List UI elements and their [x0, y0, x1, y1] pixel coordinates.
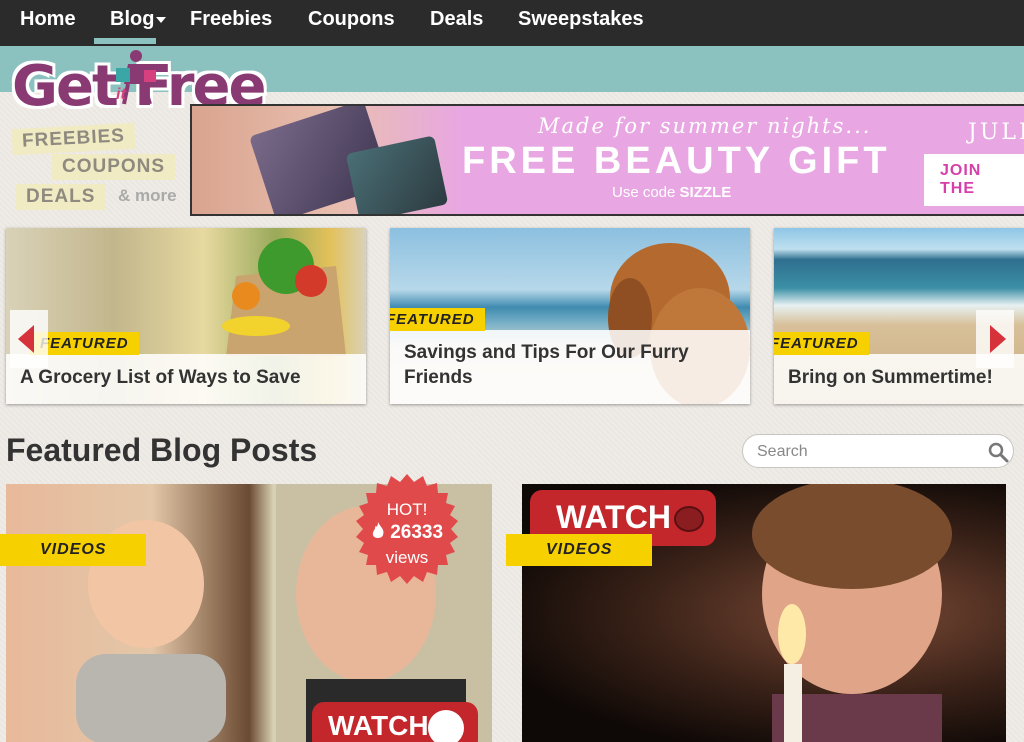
carousel-card[interactable]: Savings and Tips For Our Furry Friends F…	[390, 228, 750, 404]
ad-code: SIZZLE	[679, 184, 732, 201]
hot-label: HOT!	[386, 500, 428, 519]
child-candle-image	[752, 484, 952, 742]
videos-tag: VIDEOS	[506, 534, 653, 566]
nav-deals[interactable]: Deals	[430, 0, 483, 40]
chevron-right-icon	[990, 325, 1006, 353]
tag-more[interactable]: & more	[118, 186, 177, 206]
search-input[interactable]	[755, 441, 979, 463]
card-title: Savings and Tips For Our Furry Friends	[404, 342, 689, 388]
nav-sweepstakes[interactable]: Sweepstakes	[518, 0, 644, 40]
videos-tag: VIDEOS	[0, 534, 147, 566]
eye-icon	[428, 710, 464, 742]
watch-button[interactable]: WATCH	[312, 702, 478, 742]
tag-coupons[interactable]: COUPONS	[52, 154, 176, 180]
nav-freebies[interactable]: Freebies	[190, 0, 272, 40]
nav-home[interactable]: Home	[20, 0, 76, 40]
carousel-prev-button[interactable]	[10, 310, 48, 368]
featured-tag: FEATURED	[774, 332, 869, 355]
nav-blog[interactable]: Blog	[110, 0, 167, 40]
top-nav: Home Blog Freebies Coupons Deals Sweepst…	[0, 0, 1024, 46]
ad-headline: FREE BEAUTY GIFT	[462, 140, 891, 182]
section-title: Featured Blog Posts	[6, 432, 318, 468]
tag-deals[interactable]: DEALS	[16, 184, 106, 210]
featured-tag: FEATURED	[390, 308, 485, 331]
hot-unit: views	[385, 548, 429, 567]
ad-tagline: Made for summer nights...	[538, 114, 872, 138]
caret-down-icon	[156, 16, 167, 23]
tag-freebies[interactable]: FREEBIES	[11, 122, 136, 156]
nav-coupons[interactable]: Coupons	[308, 0, 395, 40]
card-title: Bring on Summertime!	[788, 367, 993, 388]
banner-ad[interactable]: Made for summer nights... FREE BEAUTY GI…	[190, 104, 1024, 216]
card-title: A Grocery List of Ways to Save	[20, 367, 301, 388]
logo-it: it	[116, 86, 126, 103]
search-box	[742, 434, 1014, 468]
hot-count: 26333	[390, 522, 444, 543]
carousel-next-button[interactable]	[976, 310, 1014, 368]
ad-join-button[interactable]: JOIN THE	[924, 154, 1024, 206]
watch-label: WATCH	[556, 499, 671, 535]
search-icon[interactable]	[987, 441, 1009, 463]
carousel-card[interactable]: A Grocery List of Ways to Save FEATURED	[6, 228, 366, 404]
category-tags: FREEBIES COUPONS DEALS & more	[0, 118, 190, 218]
eye-icon	[674, 506, 704, 532]
featured-carousel: A Grocery List of Ways to Save FEATURED …	[0, 226, 1024, 408]
ad-code-prefix: Use code	[612, 184, 676, 201]
watch-label: WATCH	[328, 710, 429, 741]
ad-brand: JULEP	[968, 120, 1024, 145]
nav-blog-label: Blog	[110, 8, 155, 30]
ad-code-text: Use code SIZZLE	[612, 184, 731, 201]
blog-post[interactable]: WATCH	[522, 484, 1006, 742]
chevron-left-icon	[18, 325, 34, 353]
nav-active-indicator	[94, 38, 156, 44]
flame-icon	[372, 522, 384, 538]
hot-views-count: 26333	[352, 522, 462, 544]
produce-bag-icon	[222, 238, 346, 356]
